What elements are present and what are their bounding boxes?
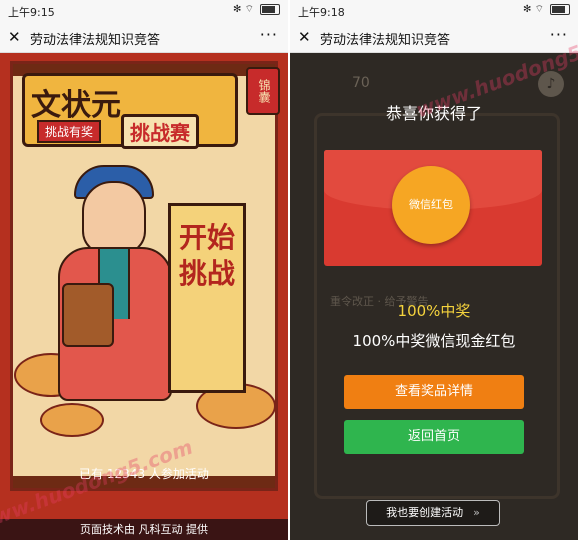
music-icon: ♪ xyxy=(538,71,564,97)
double-chevron-icon: » xyxy=(473,506,480,519)
poster-title: 文状元 xyxy=(31,88,121,123)
status-icons: ✻ ⌔ xyxy=(523,3,570,16)
congrats-heading: 恭喜你获得了 xyxy=(385,104,482,123)
close-icon[interactable]: ✕ xyxy=(298,28,311,46)
dimmed-background: 70 ♪ 重令改正 · 给予警告 xyxy=(290,53,578,540)
status-time: 上午9:18 xyxy=(298,6,345,19)
scholar-head-illustration xyxy=(82,181,146,255)
signal-icon: ✻ ⌔ xyxy=(233,4,254,15)
nav-bar: ✕ 劳动法律法规知识竞答 ··· xyxy=(290,22,578,53)
more-menu-icon[interactable]: ··· xyxy=(550,25,568,44)
battery-icon xyxy=(550,4,570,15)
wechat-red-packet-coin: 微信红包 xyxy=(392,166,470,244)
more-menu-icon[interactable]: ··· xyxy=(260,25,278,44)
participant-count: 已有 12343 人参加活动 xyxy=(79,467,209,481)
signal-icon: ✻ ⌔ xyxy=(523,4,544,15)
status-time: 上午9:15 xyxy=(8,6,55,19)
tips-bag-button[interactable]: 锦囊 xyxy=(246,67,280,115)
background-score: 70 xyxy=(352,75,370,91)
status-icons: ✻ ⌔ xyxy=(233,3,280,16)
page-title: 劳动法律法规知识竞答 xyxy=(320,33,451,48)
prize-text: 100%中奖微信现金红包 xyxy=(352,332,516,350)
nav-bar: ✕ 劳动法律法规知识竞答 ··· xyxy=(0,22,288,53)
return-home-button[interactable]: 返回首页 xyxy=(344,420,524,454)
page-title: 劳动法律法规知识竞答 xyxy=(30,33,161,48)
cloud-decoration xyxy=(40,403,104,437)
battery-icon xyxy=(260,4,280,15)
poster-challenge-title: 挑战赛 xyxy=(121,114,199,149)
powered-by-footer: 页面技术由 凡科互动 提供 xyxy=(0,519,288,540)
create-activity-button[interactable]: 我也要创建活动 » xyxy=(366,500,500,526)
start-challenge-button[interactable]: 开始挑战 xyxy=(168,203,246,393)
game-poster: 文状元 挑战有奖 挑战赛 锦囊 开始挑战 已有 12343 人参加活动 页面技术… xyxy=(0,53,288,540)
status-bar: 上午9:18 ✻ ⌔ xyxy=(290,0,578,22)
poster-tag: 挑战有奖 xyxy=(37,120,102,143)
left-screenshot: 上午9:15 ✻ ⌔ ✕ 劳动法律法规知识竞答 ··· 文状元 挑战有奖 挑战赛… xyxy=(0,0,288,540)
view-prize-details-button[interactable]: 查看奖品详情 xyxy=(344,375,524,409)
win-rate-text: 100%中奖 xyxy=(397,302,471,320)
create-activity-label: 我也要创建活动 xyxy=(386,506,464,519)
status-bar: 上午9:15 ✻ ⌔ xyxy=(0,0,288,22)
title-board: 文状元 挑战有奖 挑战赛 xyxy=(22,73,238,149)
right-screenshot: 上午9:18 ✻ ⌔ ✕ 劳动法律法规知识竞答 ··· 70 ♪ 重令改正 · … xyxy=(290,0,578,540)
brush-basket-illustration xyxy=(62,283,114,347)
close-icon[interactable]: ✕ xyxy=(8,28,21,46)
red-envelope: 微信红包 xyxy=(324,150,542,266)
start-challenge-label: 开始挑战 xyxy=(178,221,235,290)
